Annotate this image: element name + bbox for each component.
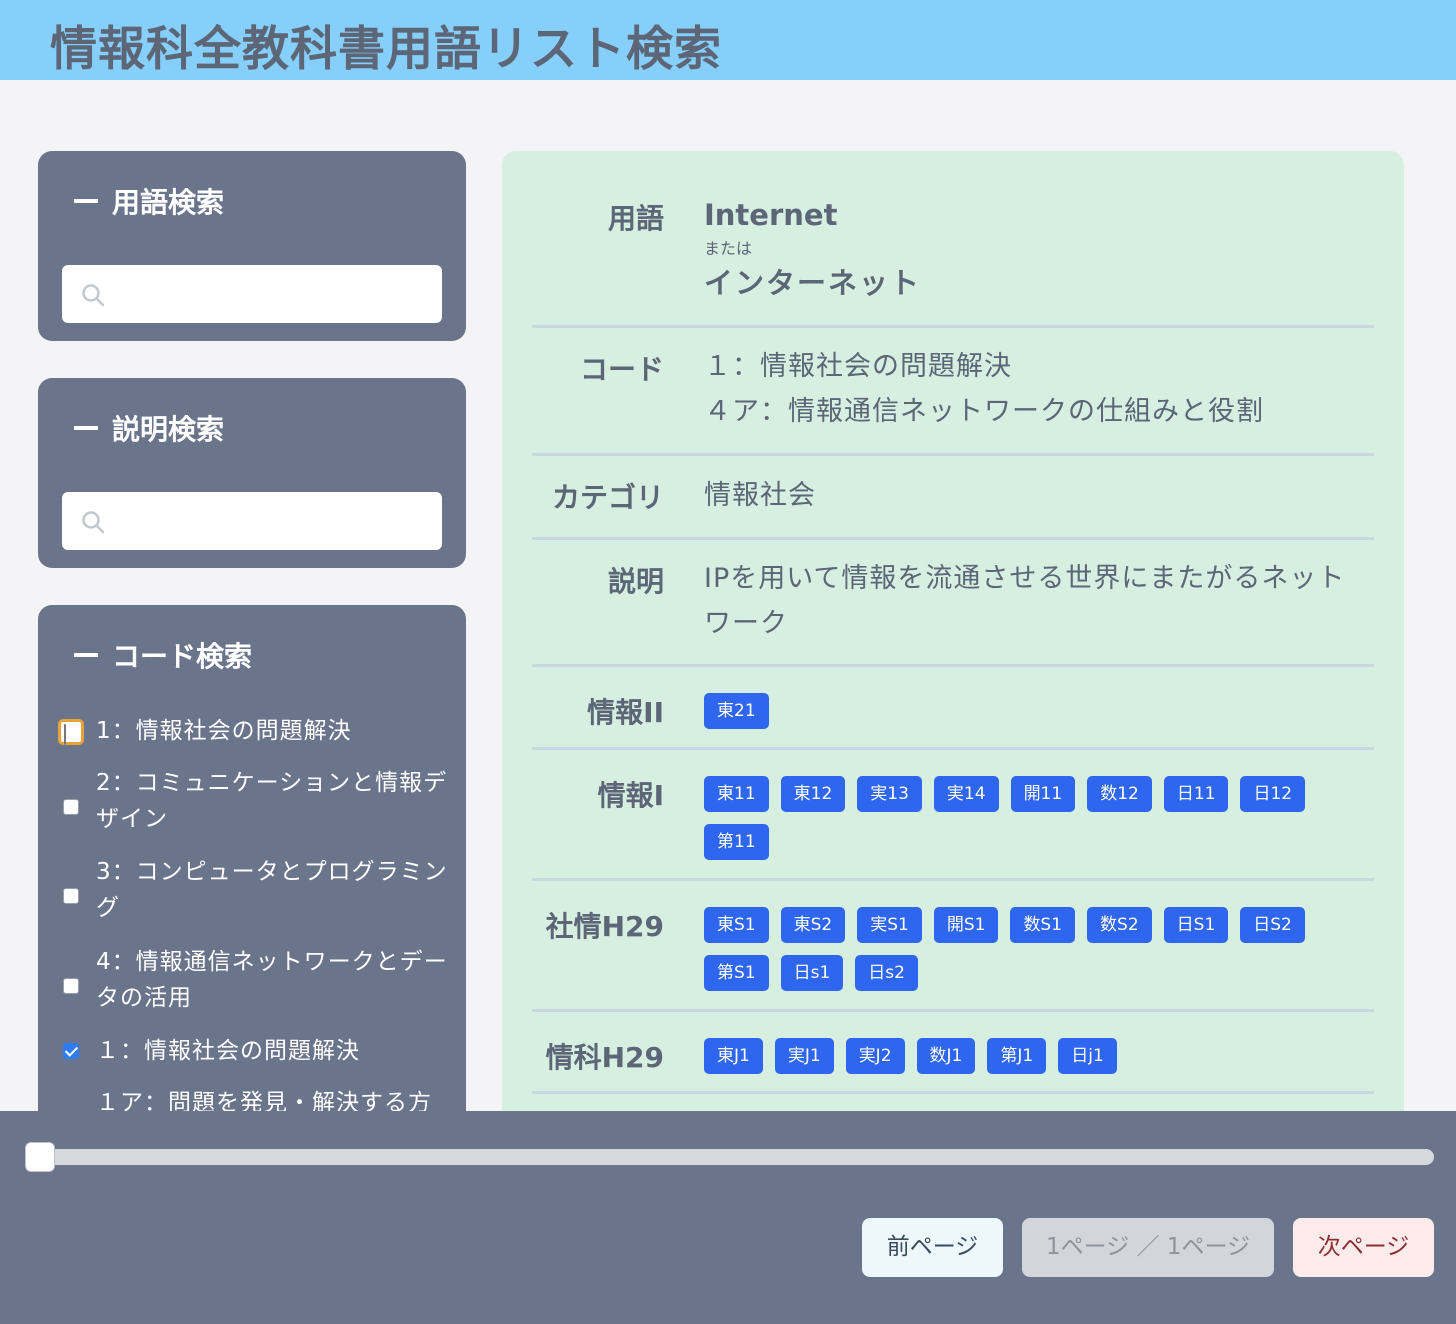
textbook-tag[interactable]: 実14 bbox=[933, 776, 999, 812]
code-line: ４ア：情報通信ネットワークの仕組みと役割 bbox=[704, 396, 1264, 427]
term-secondary: インターネット bbox=[704, 266, 922, 300]
term-search-input[interactable] bbox=[118, 275, 428, 313]
code-value: １：情報社会の問題解決 ４ア：情報通信ネットワークの仕組みと役割 bbox=[704, 344, 1364, 434]
page-slider-thumb[interactable] bbox=[25, 1142, 55, 1172]
joka-label: 情科H29 bbox=[545, 1041, 664, 1074]
category-row: カテゴリ 情報社会 bbox=[532, 456, 1374, 540]
term-value: Internet または インターネット bbox=[704, 195, 1364, 303]
textbook-tag[interactable]: 日j1 bbox=[1058, 1038, 1117, 1074]
textbook-tag[interactable]: 日S2 bbox=[1240, 907, 1305, 943]
textbook-tag[interactable]: 開11 bbox=[1010, 776, 1076, 812]
code-label: 1：情報社会の問題解決 bbox=[96, 718, 352, 744]
textbook-tag[interactable]: 日s1 bbox=[780, 955, 844, 991]
description-label: 説明 bbox=[607, 565, 664, 598]
joka-tags: 東J1 実J1 実J2 数J1 第J1 日j1 bbox=[704, 1038, 1324, 1074]
joho2-tags: 東21 bbox=[704, 693, 1324, 729]
code-row: コード １：情報社会の問題解決 ４ア：情報通信ネットワークの仕組みと役割 bbox=[532, 328, 1374, 456]
joho2-label: 情報II bbox=[587, 696, 664, 729]
joho1-row: 情報I 東11 東12 実13 実14 開11 数12 日11 日12 第11 bbox=[532, 750, 1374, 881]
textbook-tag[interactable]: 日S1 bbox=[1163, 907, 1229, 943]
minus-icon bbox=[74, 653, 98, 657]
term-detail-card: 用語 Internet または インターネット コード １：情報社会の問題解決 … bbox=[502, 151, 1404, 1131]
term-label: 用語 bbox=[607, 202, 664, 235]
page-indicator-button[interactable]: 1ページ ／ 1ページ bbox=[1022, 1218, 1274, 1277]
description-search-input[interactable] bbox=[118, 502, 428, 540]
code-line: １：情報社会の問題解決 bbox=[704, 351, 1012, 382]
textbook-tag[interactable]: 数S2 bbox=[1087, 907, 1152, 943]
category-label: カテゴリ bbox=[551, 481, 664, 514]
search-icon bbox=[82, 284, 105, 307]
textbook-tag[interactable]: 東J1 bbox=[704, 1038, 763, 1074]
shajo-tags: 東S1 東S2 実S1 開S1 数S1 数S2 日S1 日S2 第S1 日s1 … bbox=[704, 907, 1324, 991]
description-search-title: 説明検索 bbox=[112, 413, 225, 446]
term-search-box[interactable] bbox=[62, 265, 442, 323]
description-value: IPを用いて情報を流通させる世界にまたがるネットワーク bbox=[704, 563, 1346, 639]
term-search-panel: 用語検索 bbox=[38, 151, 466, 341]
joho1-tags: 東11 東12 実13 実14 開11 数12 日11 日12 第11 bbox=[704, 776, 1324, 860]
term-search-title: 用語検索 bbox=[112, 186, 225, 219]
description-search-box[interactable] bbox=[62, 492, 442, 550]
prev-page-button[interactable]: 前ページ bbox=[862, 1218, 1003, 1277]
code-checkbox[interactable] bbox=[63, 799, 79, 815]
code-search-toggle[interactable]: コード検索 bbox=[74, 635, 252, 675]
shajo-label: 社情H29 bbox=[545, 910, 664, 943]
code-label: 4：情報通信ネットワークとデータの活用 bbox=[96, 949, 448, 1011]
code-label: コード bbox=[579, 353, 664, 386]
textbook-tag[interactable]: 東S2 bbox=[780, 907, 846, 943]
textbook-tag[interactable]: 実13 bbox=[857, 776, 922, 812]
code-label: 2：コミュニケーションと情報デザイン bbox=[96, 770, 448, 832]
joho2-row: 情報II 東21 bbox=[532, 667, 1374, 750]
code-label: 3：コンピュータとプログラミング bbox=[96, 859, 448, 921]
minus-icon bbox=[74, 199, 98, 203]
header-bar: 情報科全教科書用語リスト検索 bbox=[0, 0, 1456, 80]
textbook-tag[interactable]: 東21 bbox=[704, 693, 769, 729]
search-icon bbox=[82, 511, 105, 534]
textbook-tag[interactable]: 日11 bbox=[1163, 776, 1229, 812]
textbook-tag[interactable]: 日12 bbox=[1240, 776, 1306, 812]
code-checkbox[interactable] bbox=[63, 1043, 79, 1059]
textbook-tag[interactable]: 実S1 bbox=[857, 907, 922, 943]
description-row: 説明 IPを用いて情報を流通させる世界にまたがるネットワーク bbox=[532, 540, 1374, 667]
term-or: または bbox=[704, 239, 753, 258]
description-search-toggle[interactable]: 説明検索 bbox=[74, 408, 224, 448]
code-search-title: コード検索 bbox=[112, 640, 253, 673]
textbook-tag[interactable]: 実J1 bbox=[774, 1038, 834, 1074]
textbook-tag[interactable]: 実J2 bbox=[845, 1038, 905, 1074]
textbook-tag[interactable]: 東S1 bbox=[704, 907, 769, 943]
code-label: １：情報社会の問題解決 bbox=[96, 1038, 360, 1064]
code-checkbox[interactable] bbox=[63, 888, 79, 904]
textbook-tag[interactable]: 第11 bbox=[704, 824, 769, 860]
textbook-tag[interactable]: 数S1 bbox=[1010, 907, 1076, 943]
code-checkbox[interactable] bbox=[58, 719, 84, 745]
textbook-tag[interactable]: 数J1 bbox=[916, 1038, 976, 1074]
page-title: 情報科全教科書用語リスト検索 bbox=[50, 22, 722, 77]
joka-row: 情科H29 東J1 実J1 実J2 数J1 第J1 日j1 bbox=[532, 1012, 1374, 1094]
textbook-tag[interactable]: 開S1 bbox=[933, 907, 999, 943]
description-search-panel: 説明検索 bbox=[38, 378, 466, 568]
term-search-toggle[interactable]: 用語検索 bbox=[74, 181, 224, 221]
page-slider-track[interactable] bbox=[28, 1149, 1434, 1165]
next-page-button[interactable]: 次ページ bbox=[1293, 1218, 1434, 1277]
textbook-tag[interactable]: 数12 bbox=[1087, 776, 1152, 812]
minus-icon bbox=[74, 426, 98, 430]
joho1-label: 情報I bbox=[597, 779, 664, 812]
term-primary: Internet bbox=[704, 198, 838, 232]
code-search-panel: コード検索 1：情報社会の問題解決 2：コミュニケーションと情報デザイン 3：コ… bbox=[38, 605, 466, 1125]
textbook-tag[interactable]: 日s2 bbox=[855, 955, 918, 991]
term-row: 用語 Internet または インターネット bbox=[532, 151, 1374, 328]
textbook-tag[interactable]: 東12 bbox=[780, 776, 846, 812]
category-value: 情報社会 bbox=[704, 480, 816, 511]
shajo-row: 社情H29 東S1 東S2 実S1 開S1 数S1 数S2 日S1 日S2 第S… bbox=[532, 881, 1374, 1012]
code-checkbox[interactable] bbox=[63, 978, 79, 994]
textbook-tag[interactable]: 第J1 bbox=[987, 1038, 1047, 1074]
textbook-tag[interactable]: 第S1 bbox=[704, 955, 769, 991]
textbook-tag[interactable]: 東11 bbox=[704, 776, 769, 812]
